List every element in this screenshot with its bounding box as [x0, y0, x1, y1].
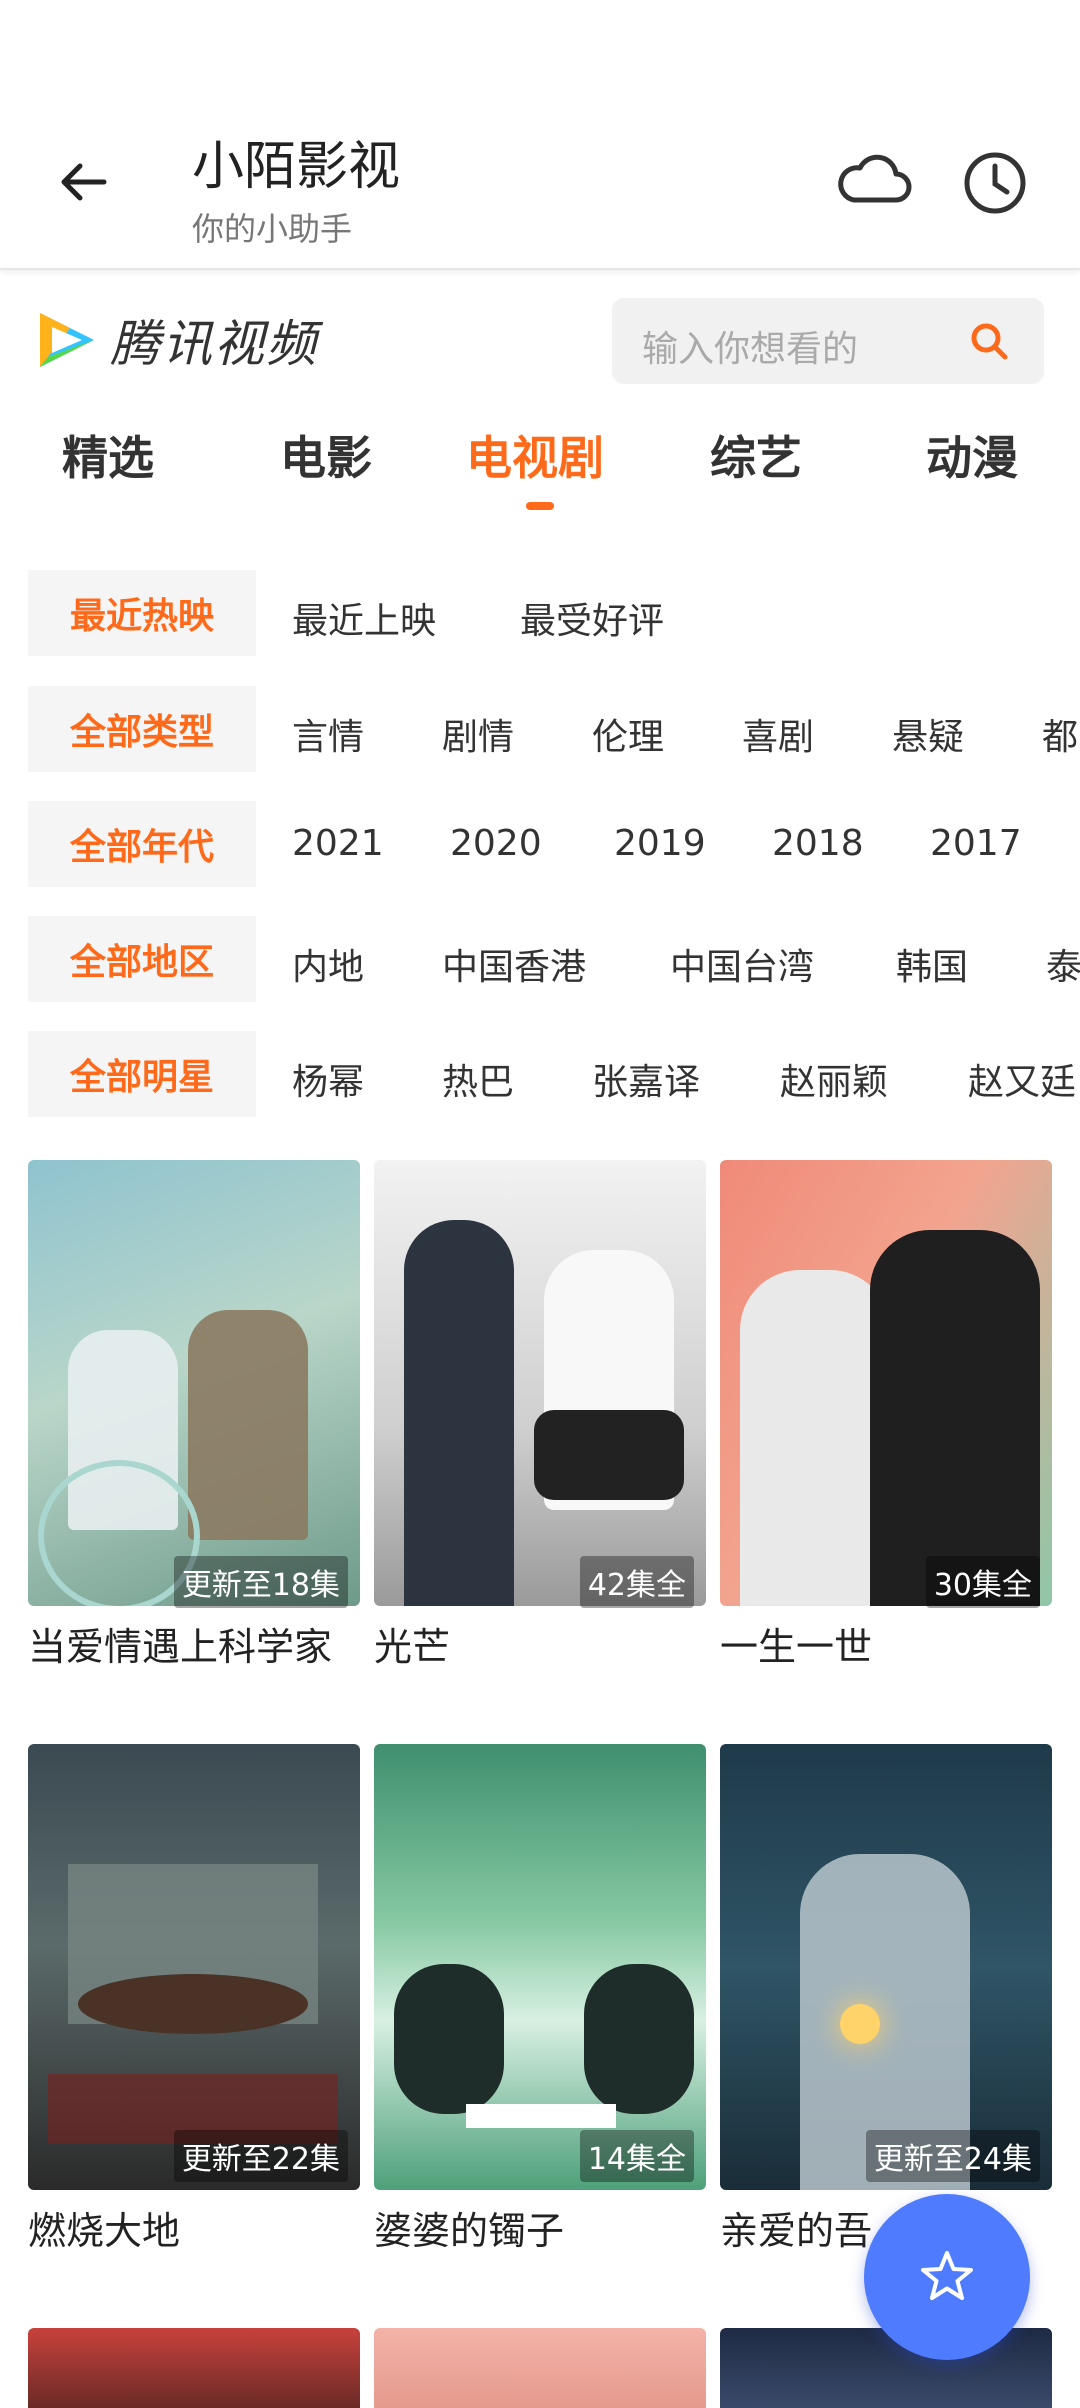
filter-option[interactable]: 赵又廷 — [968, 1053, 1076, 1105]
poster-image[interactable] — [28, 1160, 360, 1606]
episode-badge: 更新至24集 — [865, 2130, 1040, 2182]
filter-option[interactable]: 剧情 — [442, 708, 514, 760]
poster-image[interactable] — [720, 2328, 1052, 2408]
filter-selected-star[interactable]: 全部明星 — [28, 1031, 256, 1117]
show-title[interactable]: 婆婆的镯子 — [374, 2206, 706, 2256]
episode-badge: 42集全 — [579, 1556, 694, 1608]
tab-variety[interactable]: 综艺 — [710, 422, 802, 488]
filter-option[interactable]: 最近上映 — [292, 592, 436, 644]
poster-image[interactable] — [28, 2328, 360, 2408]
tab-indicator — [526, 502, 554, 510]
star-icon — [921, 2251, 973, 2300]
category-tabs: 精选 电影 电视剧 综艺 动漫 — [0, 410, 1080, 510]
show-title[interactable]: 一生一世 — [720, 1622, 1052, 1672]
filter-option[interactable]: 2020 — [450, 823, 542, 864]
tab-featured[interactable]: 精选 — [62, 422, 154, 488]
filter-option[interactable]: 2021 — [292, 823, 384, 864]
show-title[interactable]: 光芒 — [374, 1622, 706, 1672]
filter-option[interactable]: 内地 — [292, 938, 364, 990]
app-title: 小陌影视 — [192, 137, 401, 197]
filter-option[interactable]: 赵丽颖 — [780, 1053, 888, 1105]
filter-option[interactable]: 2019 — [614, 823, 706, 864]
episode-badge: 30集全 — [925, 1556, 1040, 1608]
tencent-video-logo-icon — [40, 313, 94, 367]
filter-option[interactable]: 悬疑 — [892, 708, 964, 760]
filter-option[interactable]: 都 — [1042, 708, 1078, 760]
provider-brand[interactable]: 腾讯视频 — [30, 302, 318, 378]
filter-row-sort: 最近热映 最近上映 最受好评 — [0, 570, 1080, 656]
filter-selected-region[interactable]: 全部地区 — [28, 916, 256, 1002]
show-title[interactable]: 燃烧大地 — [28, 2206, 360, 2256]
back-arrow-icon[interactable] — [52, 150, 116, 214]
search-placeholder[interactable]: 输入你想看的 — [642, 320, 858, 372]
filter-selected-year[interactable]: 全部年代 — [28, 801, 256, 887]
favorites-button[interactable] — [864, 2194, 1030, 2360]
history-clock-icon[interactable] — [962, 150, 1028, 216]
filter-option[interactable]: 2018 — [772, 823, 864, 864]
filter-option[interactable]: 张嘉译 — [592, 1053, 700, 1105]
filter-row-genre: 全部类型 言情 剧情 伦理 喜剧 悬疑 都 — [0, 686, 1080, 772]
filter-option[interactable]: 2017 — [930, 823, 1022, 864]
episode-badge: 更新至18集 — [173, 1556, 348, 1608]
filter-option[interactable]: 杨幂 — [292, 1053, 364, 1105]
filter-row-star: 全部明星 杨幂 热巴 张嘉译 赵丽颖 赵又廷 — [0, 1031, 1080, 1117]
tab-movies[interactable]: 电影 — [280, 422, 372, 488]
tab-anime[interactable]: 动漫 — [926, 422, 1018, 488]
episode-badge: 更新至22集 — [173, 2130, 348, 2182]
filter-row-region: 全部地区 内地 中国香港 中国台湾 韩国 泰 — [0, 916, 1080, 1002]
cloud-icon[interactable] — [836, 150, 912, 210]
filter-option[interactable]: 言情 — [292, 708, 364, 760]
poster-image[interactable] — [374, 1160, 706, 1606]
app-bar: 小陌影视 你的小助手 — [0, 0, 1080, 270]
poster-image[interactable] — [374, 2328, 706, 2408]
search-icon[interactable] — [968, 320, 1010, 362]
search-box[interactable]: 输入你想看的 — [612, 298, 1044, 384]
filter-option[interactable]: 泰 — [1046, 938, 1080, 990]
filter-option[interactable]: 中国台湾 — [670, 938, 814, 990]
poster-image[interactable] — [374, 1744, 706, 2190]
provider-name: 腾讯视频 — [110, 315, 318, 373]
poster-image[interactable] — [720, 1744, 1052, 2190]
poster-image[interactable] — [28, 1744, 360, 2190]
filter-option[interactable]: 热巴 — [442, 1053, 514, 1105]
filter-option[interactable]: 韩国 — [896, 938, 968, 990]
filter-option[interactable]: 喜剧 — [742, 708, 814, 760]
filter-selected-sort[interactable]: 最近热映 — [28, 570, 256, 656]
filter-option[interactable]: 中国香港 — [442, 938, 586, 990]
show-title[interactable]: 当爱情遇上科学家 — [28, 1622, 360, 1672]
filter-selected-genre[interactable]: 全部类型 — [28, 686, 256, 772]
poster-image[interactable] — [720, 1160, 1052, 1606]
filter-option[interactable]: 最受好评 — [520, 592, 664, 644]
filter-row-year: 全部年代 2021 2020 2019 2018 2017 — [0, 801, 1080, 887]
tab-tv-series[interactable]: 电视剧 — [466, 422, 604, 488]
episode-badge: 14集全 — [579, 2130, 694, 2182]
filter-option[interactable]: 伦理 — [592, 708, 664, 760]
app-subtitle: 你的小助手 — [192, 210, 353, 248]
